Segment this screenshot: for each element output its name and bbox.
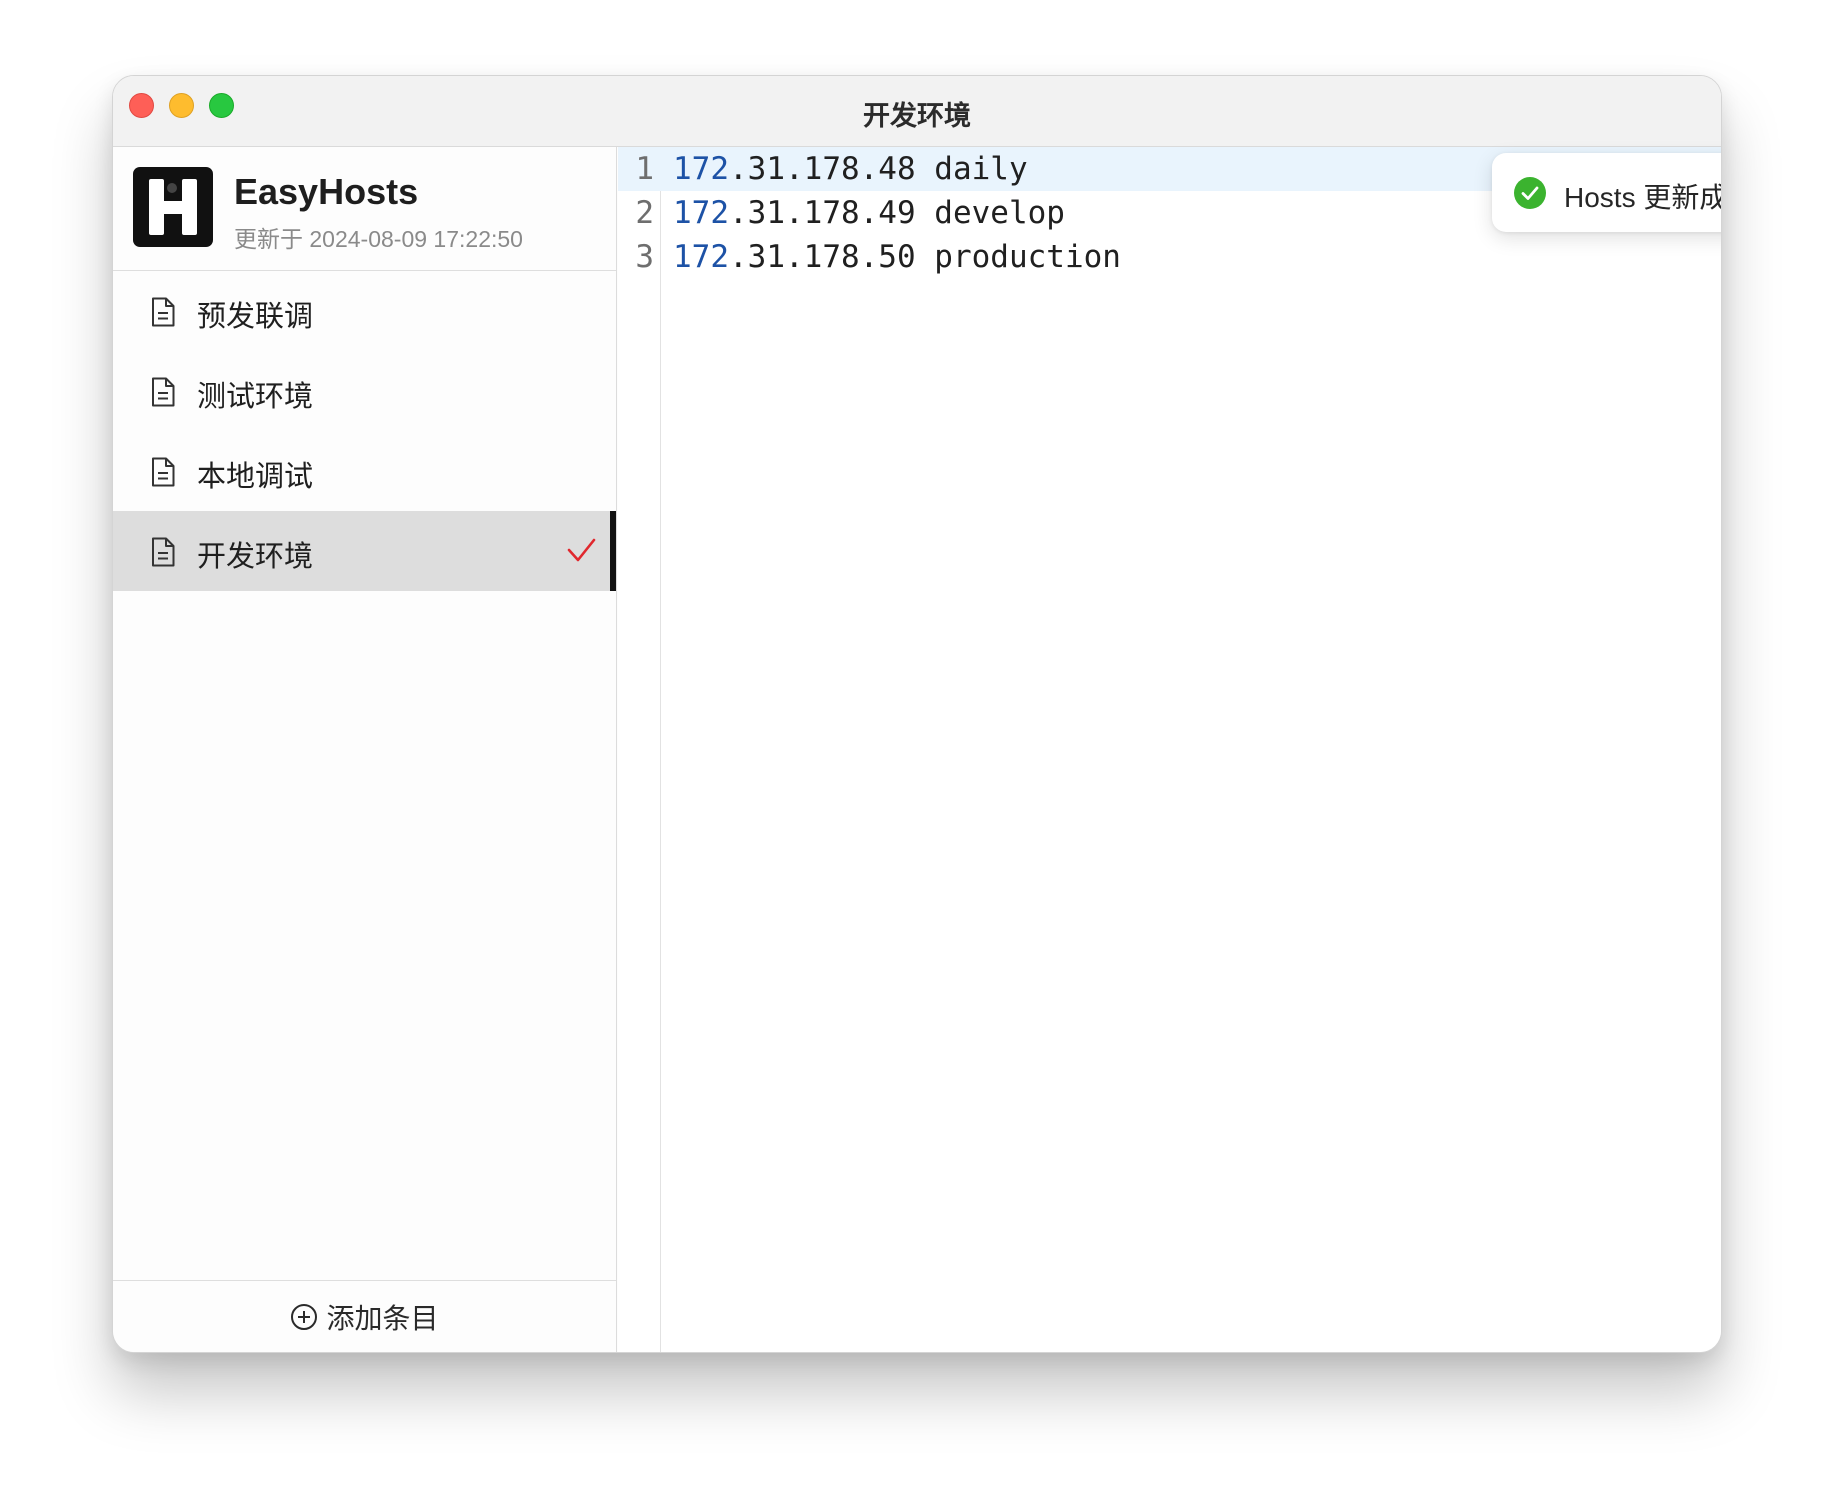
- success-toast: Hosts 更新成功: [1492, 153, 1721, 232]
- sidebar-item-label: 本地调试: [197, 461, 314, 493]
- window-title: 开发环境: [863, 101, 971, 131]
- plus-circle-icon: [291, 1303, 318, 1330]
- hosts-editor[interactable]: 1 172.31.178.48 daily 2 172.31.178.49 de…: [618, 147, 1721, 1352]
- success-check-icon: [1514, 177, 1546, 209]
- sidebar-item-ceshi[interactable]: 测试环境: [113, 351, 616, 431]
- document-icon: [152, 457, 175, 487]
- sidebar: EasyHosts 更新于 2024-08-09 17:22:50 预发联调 测…: [113, 147, 617, 1352]
- add-entry-label: 添加条目: [326, 1302, 439, 1334]
- sidebar-item-bendi[interactable]: 本地调试: [113, 431, 616, 511]
- editor-line[interactable]: 3 172.31.178.50 production: [618, 235, 1721, 279]
- sidebar-item-yufa[interactable]: 预发联调: [113, 271, 616, 351]
- check-icon: [567, 538, 596, 562]
- sidebar-item-label: 测试环境: [197, 381, 314, 413]
- line-number: 2: [635, 195, 654, 231]
- sidebar-item-label: 开发环境: [197, 541, 314, 573]
- sidebar-item-kaifa[interactable]: 开发环境: [113, 511, 616, 591]
- line-number: 3: [635, 239, 654, 275]
- document-icon: [152, 537, 175, 567]
- app-window: 开发环境 EasyHosts 更新于 2024-08-09 17:22:50 预…: [112, 75, 1722, 1353]
- sidebar-item-label: 预发联调: [197, 301, 314, 333]
- app-header: EasyHosts 更新于 2024-08-09 17:22:50: [113, 147, 616, 271]
- line-number: 1: [635, 151, 654, 187]
- last-updated-text: 更新于 2024-08-09 17:22:50: [234, 226, 523, 252]
- app-logo-icon: [133, 167, 213, 247]
- line-number-gutter: [618, 147, 661, 1352]
- document-icon: [152, 377, 175, 407]
- title-bar: 开发环境: [113, 76, 1721, 147]
- toast-message: Hosts 更新成功: [1564, 182, 1721, 213]
- line-content: 172.31.178.48 daily: [673, 151, 1028, 187]
- hosts-list: 预发联调 测试环境 本地调试 开发环境: [113, 271, 616, 591]
- line-content: 172.31.178.49 develop: [673, 195, 1065, 231]
- app-name: EasyHosts: [234, 171, 419, 212]
- add-entry-button[interactable]: 添加条目: [113, 1280, 616, 1352]
- line-content: 172.31.178.50 production: [673, 239, 1121, 275]
- document-icon: [152, 297, 175, 327]
